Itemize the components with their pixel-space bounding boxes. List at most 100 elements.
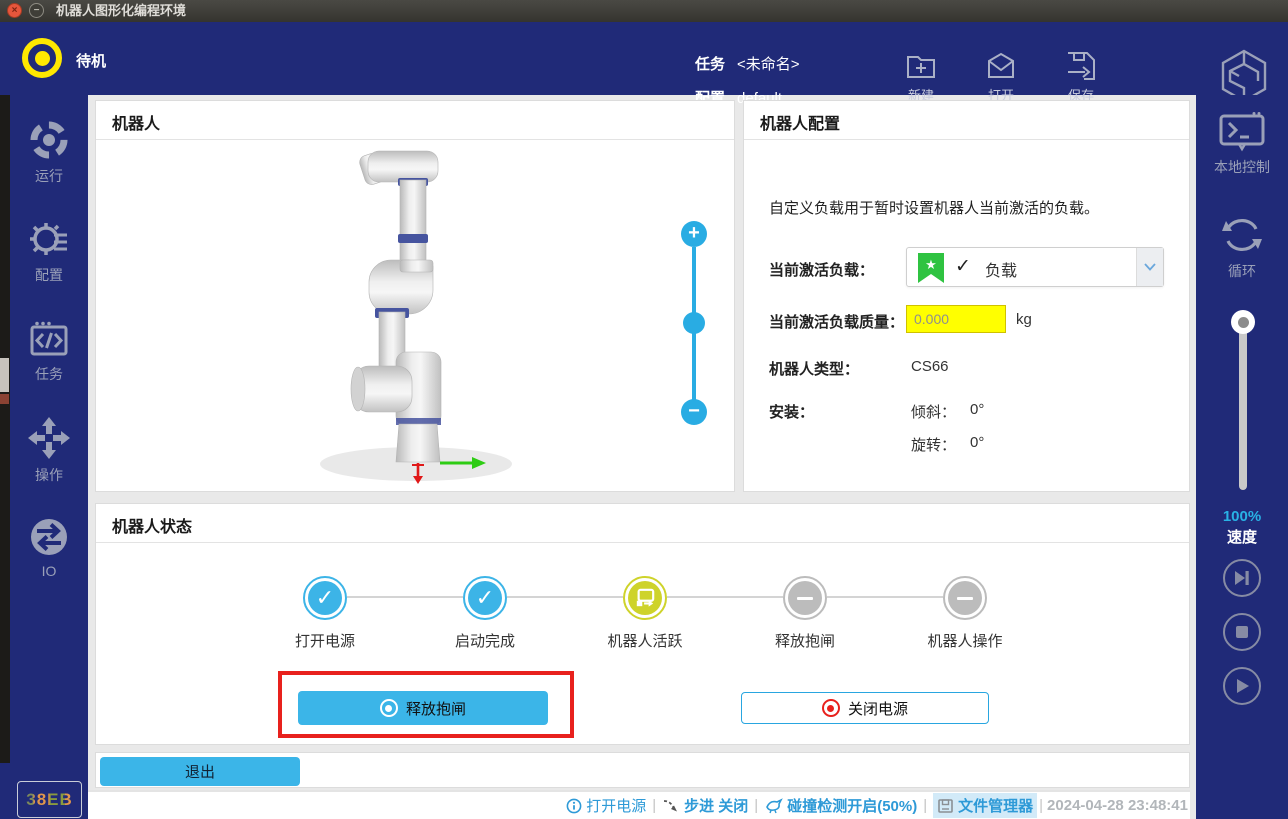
payload-mass-label: 当前激活负载质量： bbox=[769, 311, 904, 332]
save-icon bbox=[1063, 48, 1099, 84]
sidebar-item-io[interactable]: IO bbox=[10, 515, 88, 579]
sidebar-item-label: 本地控制 bbox=[1196, 157, 1288, 177]
terminal-icon bbox=[1218, 111, 1266, 153]
robot-programming-environment: × − 机器人图形化编程环境 待机 任务<未命名> 配置default 新建 bbox=[0, 0, 1288, 819]
config-panel-title: 机器人配置 bbox=[760, 110, 840, 134]
sidebar-item-label: 配置 bbox=[10, 265, 88, 285]
open-icon bbox=[983, 48, 1019, 84]
robot-state-label: 待机 bbox=[76, 50, 106, 71]
info-icon bbox=[566, 798, 582, 814]
mount-label: 安装： bbox=[769, 401, 814, 422]
step-label: 启动完成 bbox=[425, 630, 545, 651]
app-header: 待机 任务<未命名> 配置default 新建 打开 bbox=[0, 22, 1288, 95]
sidebar-item-label: 操作 bbox=[10, 465, 88, 485]
step-forward-button[interactable] bbox=[1223, 559, 1261, 597]
svg-text:★: ★ bbox=[925, 257, 937, 272]
stop-button[interactable] bbox=[1223, 613, 1261, 651]
tilt-label: 倾斜： bbox=[911, 401, 956, 422]
active-payload-label: 当前激活负载： bbox=[769, 259, 874, 280]
exit-button[interactable]: 退出 bbox=[100, 757, 300, 786]
collision-icon bbox=[764, 797, 783, 814]
dropdown-chevron[interactable] bbox=[1136, 248, 1163, 286]
datetime-label: 2024-04-28 23:48:41 bbox=[1047, 797, 1188, 814]
robot-view-panel: 机器人 bbox=[95, 100, 735, 492]
file-manager-label: 文件管理器 bbox=[958, 795, 1033, 816]
file-manager-item[interactable]: 文件管理器 bbox=[933, 793, 1037, 818]
sidebar-item-local-control[interactable]: 本地控制 bbox=[1196, 111, 1288, 177]
sidebar-item-task[interactable]: 任务 bbox=[10, 320, 88, 384]
step-label: 打开电源 bbox=[265, 630, 385, 651]
release-brake-button[interactable]: 释放抱闸 bbox=[298, 691, 548, 725]
speed-slider-knob[interactable] bbox=[1231, 310, 1255, 334]
speed-label: 速度 bbox=[1196, 526, 1288, 547]
robot-state-icon bbox=[22, 38, 62, 78]
step-mode-item[interactable]: 步进 关闭 bbox=[662, 795, 748, 816]
play-icon bbox=[1235, 678, 1250, 694]
run-icon bbox=[27, 118, 71, 162]
chevron-down-icon bbox=[1144, 263, 1156, 271]
speed-slider-track[interactable] bbox=[1239, 318, 1247, 490]
gear-icon bbox=[27, 217, 71, 261]
left-sidebar: 运行 配置 bbox=[0, 95, 88, 819]
step-label: 释放抱闸 bbox=[745, 630, 865, 651]
skip-icon bbox=[1233, 570, 1251, 586]
power-status-label: 打开电源 bbox=[586, 795, 646, 816]
robot-3d-view[interactable] bbox=[96, 140, 734, 492]
step-robot-operate bbox=[943, 576, 987, 620]
zoom-out-button[interactable]: − bbox=[681, 399, 707, 425]
speed-value: 100% bbox=[1196, 508, 1288, 525]
step-power-on: ✓ bbox=[303, 576, 347, 620]
dash-icon bbox=[797, 597, 813, 600]
robot-type-value: CS66 bbox=[911, 358, 949, 375]
check-icon: ✓ bbox=[955, 255, 971, 278]
loop-icon bbox=[1219, 213, 1265, 257]
sidebar-item-label: 运行 bbox=[10, 166, 88, 186]
sidebar-item-label: 循环 bbox=[1196, 261, 1288, 281]
step-mode-label: 步进 关闭 bbox=[684, 795, 748, 816]
code-window-icon bbox=[27, 320, 71, 360]
robot-config-panel: 机器人配置 自定义负载用于暂时设置机器人当前激活的负载。 当前激活负载： ★ ✓… bbox=[743, 100, 1190, 492]
file-manager-icon bbox=[937, 798, 954, 814]
move-arrows-icon bbox=[26, 415, 72, 461]
stop-icon bbox=[1235, 625, 1249, 639]
new-folder-icon bbox=[903, 48, 939, 84]
power-off-button[interactable]: 关闭电源 bbox=[741, 692, 989, 724]
desktop-background-strip bbox=[0, 95, 10, 763]
collision-label: 碰撞检测开启(50%) bbox=[787, 795, 917, 816]
play-button[interactable] bbox=[1223, 667, 1261, 705]
window-titlebar: × − 机器人图形化编程环境 bbox=[0, 0, 1288, 22]
sidebar-item-operate[interactable]: 操作 bbox=[10, 415, 88, 485]
step-mode-icon bbox=[662, 798, 680, 814]
sidebar-item-label: 任务 bbox=[10, 364, 88, 384]
check-icon: ✓ bbox=[308, 581, 342, 615]
window-title: 机器人图形化编程环境 bbox=[56, 0, 186, 22]
status-panel-title: 机器人状态 bbox=[112, 513, 192, 537]
rotate-value: 0° bbox=[970, 434, 984, 451]
dash-icon bbox=[957, 597, 973, 600]
active-payload-value: 负载 bbox=[985, 257, 1017, 281]
payload-mass-input[interactable] bbox=[906, 305, 1006, 333]
window-minimize-button[interactable]: − bbox=[29, 3, 44, 18]
power-status-item[interactable]: 打开电源 bbox=[566, 795, 646, 816]
robot-type-label: 机器人类型： bbox=[769, 358, 859, 379]
robot-active-icon bbox=[634, 588, 656, 608]
zoom-in-button[interactable]: + bbox=[681, 221, 707, 247]
active-payload-dropdown[interactable]: ★ ✓ 负载 bbox=[906, 247, 1164, 287]
step-release-brake bbox=[783, 576, 827, 620]
step-robot-active bbox=[623, 576, 667, 620]
step-label: 机器人操作 bbox=[905, 630, 1025, 651]
circle-dot-icon bbox=[822, 699, 840, 717]
payload-description: 自定义负载用于暂时设置机器人当前激活的负载。 bbox=[769, 197, 1169, 218]
sidebar-item-run[interactable]: 运行 bbox=[10, 118, 88, 186]
window-close-button[interactable]: × bbox=[7, 3, 22, 18]
task-label: 任务 bbox=[695, 56, 725, 73]
sidebar-item-config[interactable]: 配置 bbox=[10, 217, 88, 285]
step-startup-complete: ✓ bbox=[463, 576, 507, 620]
power-off-label: 关闭电源 bbox=[848, 698, 908, 719]
exit-panel: 退出 bbox=[95, 752, 1190, 788]
sidebar-item-loop[interactable]: 循环 bbox=[1196, 213, 1288, 281]
collision-detect-item[interactable]: 碰撞检测开启(50%) bbox=[764, 795, 917, 816]
status-bar: 打开电源 | 步进 关闭 | 碰撞检测开启(50%) | bbox=[88, 790, 1190, 819]
zoom-slider-thumb[interactable] bbox=[683, 312, 705, 334]
sidebar-item-label: IO bbox=[10, 563, 88, 579]
